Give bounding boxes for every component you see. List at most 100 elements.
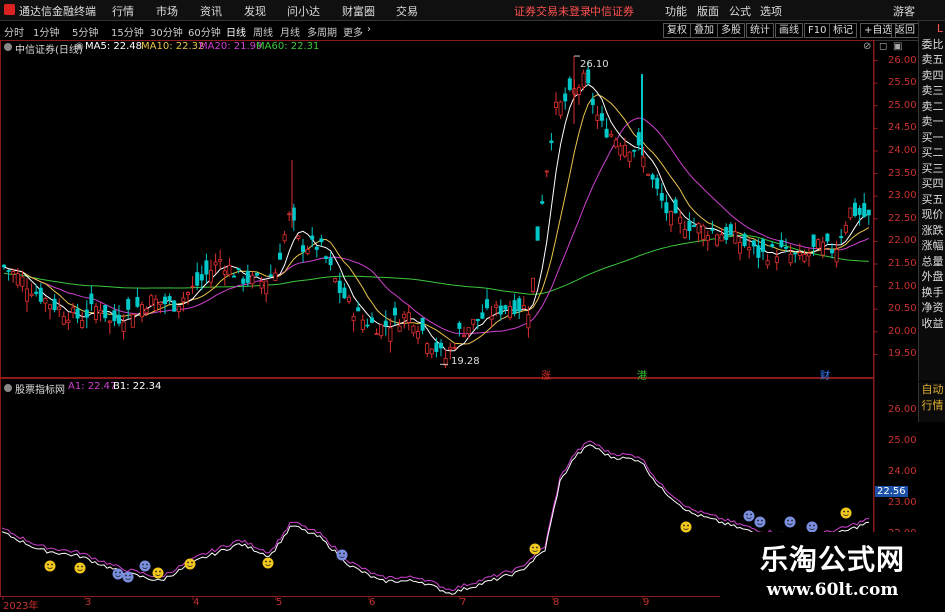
signal-face-icon (184, 558, 196, 570)
candle-body (756, 245, 761, 258)
side-volume[interactable]: 总量 (919, 254, 945, 270)
candle-body (461, 334, 466, 338)
candle-body (434, 342, 439, 352)
ma-toggle-icon[interactable]: ◉ (75, 41, 84, 52)
candle-body (379, 324, 384, 337)
side-panel-lower: 自动 行情 (918, 382, 945, 422)
candle-body (254, 272, 259, 276)
candle-body (24, 288, 29, 302)
side-ask4[interactable]: 卖四 (919, 68, 945, 84)
signal-face-eye (191, 561, 193, 564)
candle-body (710, 228, 715, 231)
candle-body (75, 308, 80, 319)
candle-body (135, 297, 140, 307)
candle-body (402, 313, 407, 319)
date-tick: 9 (643, 597, 650, 608)
date-tick: 4 (193, 597, 200, 608)
side-bid5[interactable]: 买五 (919, 192, 945, 208)
candle-body (503, 305, 508, 310)
candle-body (282, 234, 287, 242)
signal-face-eye (77, 565, 79, 568)
candle-body (820, 241, 825, 256)
side-auto[interactable]: 自动 (919, 382, 945, 398)
price-tick: 20.00 (888, 325, 917, 337)
candle-body (701, 225, 706, 240)
candle-body (609, 134, 614, 137)
candle-body (452, 347, 457, 349)
candle-body (245, 270, 250, 283)
price-tick: 24.00 (888, 144, 917, 156)
candle-body (273, 272, 278, 281)
marker-limit-up[interactable]: 涨 (541, 367, 551, 382)
signal-face-eye (125, 574, 127, 577)
candle-body (429, 348, 434, 355)
candle-body (126, 299, 131, 310)
candle-body (586, 69, 591, 84)
side-bid4[interactable]: 买四 (919, 176, 945, 192)
sub-tick: 26.00 (888, 403, 917, 415)
candle-body (816, 239, 821, 249)
candle-body (356, 307, 361, 312)
signal-face-icon (262, 557, 274, 569)
side-bid1[interactable]: 买一 (919, 130, 945, 146)
side-bid2[interactable]: 买二 (919, 145, 945, 161)
candle-body (834, 249, 839, 263)
candle-body (512, 300, 517, 314)
candle-body (222, 270, 227, 275)
candle-body (807, 253, 812, 257)
candle-body (857, 207, 862, 215)
side-l-label[interactable]: L (919, 21, 945, 37)
price-tick: 21.00 (888, 280, 917, 292)
side-change[interactable]: 涨跌 (919, 223, 945, 239)
candle-body (38, 287, 43, 302)
signal-face-icon (112, 568, 124, 580)
side-quote[interactable]: 行情 (919, 398, 945, 414)
marker-finance[interactable]: 财 (820, 367, 830, 382)
candle-body (11, 271, 16, 275)
candle-body (751, 240, 756, 247)
candle-body (300, 245, 305, 253)
main-close-icon[interactable]: ⊘ (863, 41, 871, 52)
candle-body (130, 314, 135, 328)
sub-tick: 23.00 (888, 496, 917, 508)
marker-hk[interactable]: 港 (637, 367, 647, 382)
main-zoom-out-icon[interactable]: ◻ (879, 41, 887, 52)
settings-gear-icon[interactable] (4, 43, 12, 51)
price-tick: 23.50 (888, 167, 917, 179)
side-change-pct[interactable]: 涨幅 (919, 238, 945, 254)
side-net-assets[interactable]: 净资 (919, 300, 945, 316)
ma5-label: MA5: 22.48 (85, 41, 143, 52)
price-tick: 26.00 (888, 54, 917, 66)
signal-face-eye (265, 560, 267, 563)
candle-body (600, 113, 605, 121)
side-ask3[interactable]: 卖三 (919, 83, 945, 99)
side-outer[interactable]: 外盘 (919, 269, 945, 285)
candle-body (346, 296, 351, 302)
side-ask5[interactable]: 卖五 (919, 52, 945, 68)
candle-body (149, 295, 154, 307)
signal-face-icon (122, 571, 134, 583)
side-ask2[interactable]: 卖二 (919, 99, 945, 115)
candle-body (231, 275, 236, 278)
candle-body (89, 293, 94, 305)
candle-body (80, 320, 85, 329)
side-turnover[interactable]: 换手 (919, 285, 945, 301)
side-earnings[interactable]: 收益 (919, 316, 945, 332)
candle-body (526, 314, 531, 329)
candle-body (117, 314, 122, 324)
side-bid3[interactable]: 买三 (919, 161, 945, 177)
candle-body (848, 207, 853, 219)
sub-settings-icon[interactable] (4, 384, 12, 392)
kline-chart[interactable] (0, 0, 945, 609)
side-commission-ratio[interactable]: 委比 (919, 37, 945, 53)
candle-body (241, 278, 246, 284)
candle-body (319, 238, 324, 243)
side-price[interactable]: 现价 (919, 207, 945, 223)
side-ask1[interactable]: 卖一 (919, 114, 945, 130)
candle-body (172, 300, 177, 312)
signal-face-eye (843, 510, 845, 513)
main-zoom-in-icon[interactable]: ▣ (893, 41, 902, 52)
candle-body (213, 261, 218, 266)
price-tick: 22.00 (888, 235, 917, 247)
candle-body (581, 72, 586, 88)
